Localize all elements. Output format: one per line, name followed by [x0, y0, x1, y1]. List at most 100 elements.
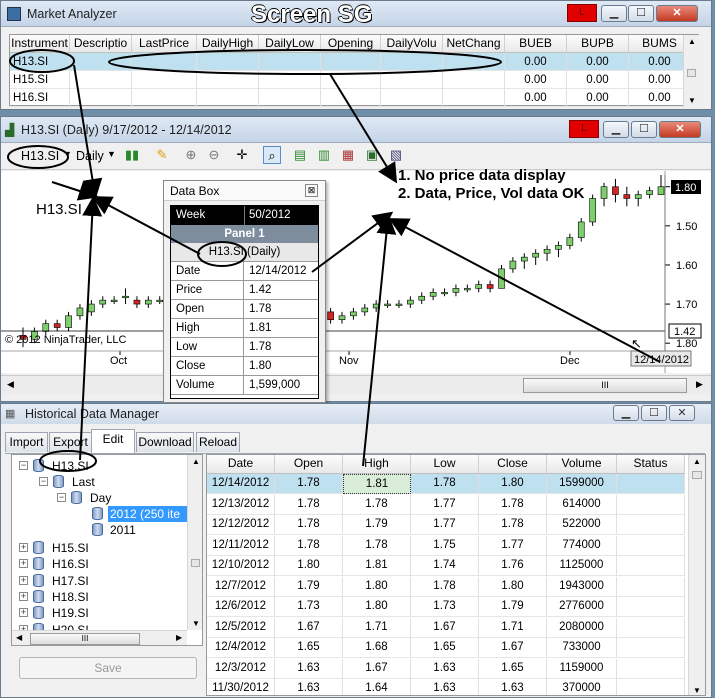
tree-expand-icon[interactable]: + — [19, 559, 28, 569]
analyzer-empty-cell[interactable] — [70, 71, 132, 89]
tree-item-2011[interactable]: 2011 — [110, 522, 136, 538]
grid-cell[interactable]: 12/3/2012 — [207, 658, 275, 679]
grid-cell[interactable]: 1.65 — [479, 658, 547, 679]
analyzer-empty-cell[interactable] — [321, 89, 381, 107]
analyzer-scrollbar[interactable]: ▲ ▼ — [683, 35, 699, 107]
tree-expand-icon[interactable]: + — [19, 543, 28, 552]
crosshair-icon[interactable]: ✛ — [233, 146, 251, 164]
minimize-button[interactable]: ▁ — [601, 5, 627, 22]
analyzer-column-header[interactable]: Descriptio — [70, 35, 132, 53]
grid-cell[interactable]: 1.63 — [275, 658, 343, 679]
chart-titlebar[interactable]: ▟ H13.SI (Daily) 9/17/2012 - 12/14/2012 … — [1, 117, 711, 143]
tree-expand-icon[interactable]: + — [19, 575, 28, 585]
grid-cell[interactable]: 1.67 — [479, 638, 547, 658]
tree-collapse-icon[interactable]: − — [57, 493, 66, 502]
grid-cell[interactable]: 1.73 — [411, 597, 479, 617]
grid-cell[interactable]: 1.67 — [343, 658, 411, 679]
grid-cell[interactable]: 1.78 — [275, 535, 343, 556]
close-button[interactable]: ✕ — [656, 5, 698, 22]
tree-scrollbar[interactable]: ▲ ▼ — [187, 455, 202, 630]
grid-column-header[interactable]: High — [343, 455, 411, 474]
zoom-out-icon[interactable]: ⊖ — [205, 146, 223, 164]
grid-column-header[interactable]: Close — [479, 455, 547, 474]
grid-cell[interactable]: 370000 — [547, 679, 617, 695]
analyzer-column-header[interactable]: Instrument — [10, 35, 70, 53]
analyzer-bums-cell[interactable]: 0.00 — [629, 89, 691, 107]
grid-column-header[interactable]: Status — [617, 455, 685, 474]
data-box-close-button[interactable]: ⊠ — [305, 184, 318, 197]
grid-cell[interactable]: 1125000 — [547, 556, 617, 576]
grid-cell[interactable]: 2080000 — [547, 617, 617, 638]
grid-column-header[interactable]: Date — [207, 455, 275, 474]
tab-import[interactable]: Import — [5, 432, 48, 452]
tree-item-h13[interactable]: H13.SI — [52, 458, 89, 474]
tree-item-2012[interactable]: 2012 (250 ite — [108, 506, 188, 522]
grid-cell[interactable]: 1.63 — [275, 679, 343, 695]
grid-cell[interactable]: 1.80 — [479, 474, 547, 494]
period-selector[interactable]: Daily — [76, 149, 104, 163]
grid-cell[interactable]: 1.78 — [343, 494, 411, 515]
grid-cell[interactable]: 1.79 — [479, 597, 547, 617]
grid-cell[interactable]: 614000 — [547, 494, 617, 515]
analyzer-column-header[interactable]: BUEB — [505, 35, 567, 53]
analyzer-instrument-cell[interactable]: H15.SI — [10, 71, 70, 89]
grid-cell[interactable]: 522000 — [547, 515, 617, 535]
analyzer-instrument-cell[interactable]: H13.SI — [10, 53, 70, 71]
grid-cell[interactable] — [617, 658, 685, 679]
analyzer-empty-cell[interactable] — [381, 71, 443, 89]
grid-cell[interactable]: 1.80 — [343, 597, 411, 617]
analyzer-empty-cell[interactable] — [381, 53, 443, 71]
analyzer-bupb-cell[interactable]: 0.00 — [567, 53, 629, 71]
grid-cell[interactable]: 1.80 — [343, 576, 411, 597]
grid-cell[interactable]: 1.71 — [343, 617, 411, 638]
analyzer-empty-cell[interactable] — [381, 89, 443, 107]
analyzer-bueb-cell[interactable]: 0.00 — [505, 53, 567, 71]
analyzer-bupb-cell[interactable]: 0.00 — [567, 71, 629, 89]
zoom-in-icon[interactable]: ⊕ — [182, 146, 200, 164]
grid-scrollbar[interactable]: ▲ ▼ — [688, 455, 705, 695]
analyzer-empty-cell[interactable] — [132, 53, 197, 71]
grid-cell[interactable]: 1.75 — [411, 535, 479, 556]
analyzer-empty-cell[interactable] — [197, 89, 259, 107]
grid-cell[interactable]: 12/12/2012 — [207, 515, 275, 535]
grid-cell[interactable]: 1.78 — [275, 474, 343, 494]
grid-cell[interactable]: 1.71 — [479, 617, 547, 638]
analyzer-bums-cell[interactable]: 0.00 — [629, 53, 691, 71]
grid-cell[interactable]: 1.78 — [343, 535, 411, 556]
analyzer-column-header[interactable]: BUPB — [567, 35, 629, 53]
grid-cell[interactable]: 1.64 — [343, 679, 411, 695]
save-button[interactable]: Save — [19, 657, 197, 679]
analyzer-empty-cell[interactable] — [321, 53, 381, 71]
tab-download[interactable]: Download — [136, 432, 194, 452]
grid-cell[interactable]: 1599000 — [547, 474, 617, 494]
chart-properties-icon[interactable]: ▦ — [339, 146, 357, 164]
drawing-pencil-icon[interactable]: ✎ — [153, 146, 171, 164]
grid-cell[interactable]: 1.63 — [411, 658, 479, 679]
chart-hscroll[interactable]: ◀ III ▶ — [1, 375, 711, 395]
analyzer-column-header[interactable]: LastPrice — [132, 35, 197, 53]
grid-cell[interactable]: 12/10/2012 — [207, 556, 275, 576]
hdm-close-button[interactable]: ✕ — [669, 405, 695, 421]
grid-cell[interactable]: 12/7/2012 — [207, 576, 275, 597]
hdm-minimize-button[interactable]: ▁ — [613, 405, 639, 421]
grid-cell[interactable] — [617, 576, 685, 597]
data-box-titlebar[interactable]: Data Box ⊠ — [164, 181, 325, 201]
analyzer-column-header[interactable]: DailyLow — [259, 35, 321, 53]
grid-cell[interactable]: 1.65 — [275, 638, 343, 658]
tree-item-day[interactable]: Day — [90, 490, 111, 506]
analyzer-column-header[interactable]: DailyVolu — [381, 35, 443, 53]
chart-maximize-button[interactable]: ☐ — [631, 121, 657, 138]
grid-cell[interactable]: 12/13/2012 — [207, 494, 275, 515]
tree-item-instrument[interactable]: H19.SI — [52, 605, 89, 621]
help-icon[interactable]: ▧ — [387, 146, 405, 164]
tree-item-instrument[interactable]: H18.SI — [52, 589, 89, 605]
grid-cell[interactable]: 1.65 — [411, 638, 479, 658]
grid-cell[interactable] — [617, 494, 685, 515]
grid-cell[interactable]: 1.79 — [275, 576, 343, 597]
analyzer-column-header[interactable]: DailyHigh — [197, 35, 259, 53]
grid-cell[interactable]: 1.67 — [275, 617, 343, 638]
grid-cell[interactable] — [617, 556, 685, 576]
instrument-selector[interactable]: H13.SI — [21, 149, 59, 163]
analyzer-bums-cell[interactable]: 0.00 — [629, 71, 691, 89]
analyzer-empty-cell[interactable] — [259, 71, 321, 89]
